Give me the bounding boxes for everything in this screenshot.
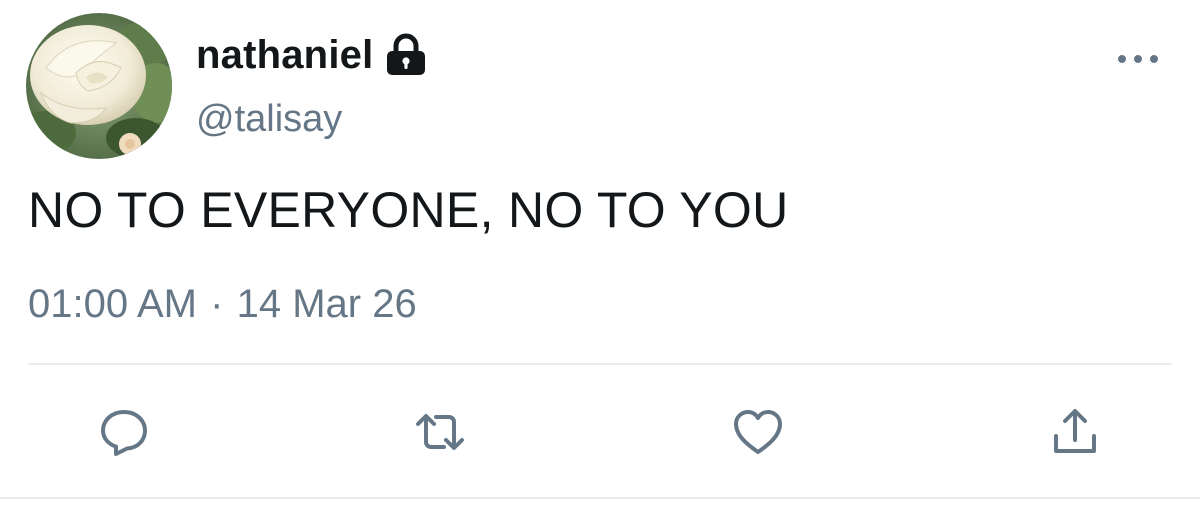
- timestamp-separator: ·: [210, 282, 224, 326]
- retweet-icon: [416, 414, 464, 450]
- lock-icon: [385, 33, 427, 77]
- like-button[interactable]: [726, 400, 790, 464]
- reply-button[interactable]: [92, 400, 156, 464]
- retweet-button[interactable]: [408, 400, 472, 464]
- tweet-time: 01:00 AM: [28, 282, 198, 326]
- display-name[interactable]: nathaniel: [196, 33, 373, 78]
- tweet-timestamp[interactable]: 01:00 AM · 14 Mar 26: [28, 282, 417, 327]
- avatar-rose-image: [26, 13, 172, 159]
- more-icon[interactable]: [1114, 42, 1162, 76]
- divider: [28, 363, 1172, 365]
- share-icon: [1054, 409, 1096, 453]
- tweet-date: 14 Mar 26: [236, 282, 417, 326]
- reply-icon: [101, 410, 147, 456]
- tweet-text: NO TO EVERYONE, NO TO YOU: [28, 182, 789, 238]
- avatar[interactable]: [26, 13, 172, 159]
- share-button[interactable]: [1043, 400, 1107, 464]
- like-icon: [734, 410, 782, 454]
- display-name-row: nathaniel: [196, 30, 427, 80]
- divider-bottom: [0, 497, 1200, 499]
- username-handle[interactable]: @talisay: [196, 98, 342, 141]
